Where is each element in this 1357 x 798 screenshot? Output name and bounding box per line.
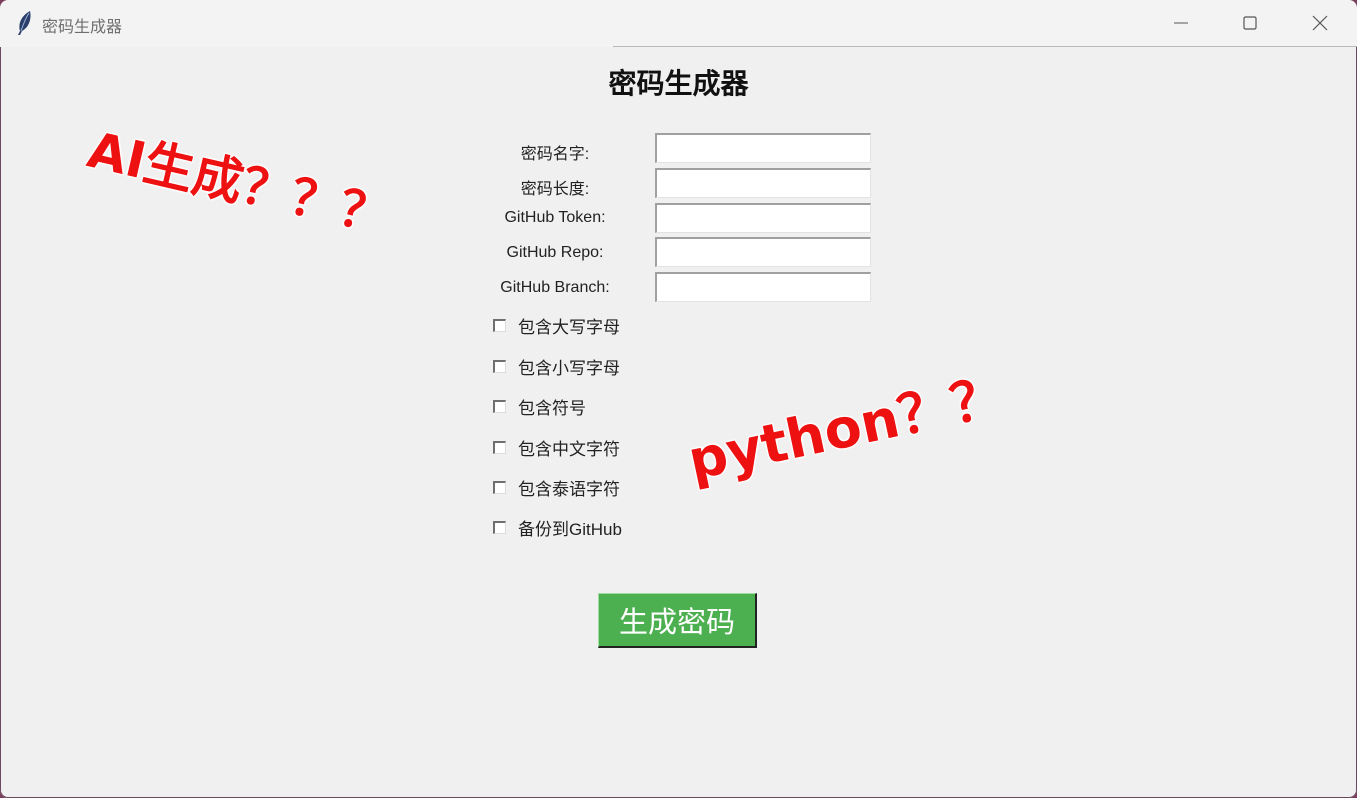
page-title: 密码生成器: [608, 67, 749, 100]
checkbox-label: 包含大写字母: [518, 317, 620, 337]
minimize-button[interactable]: [1146, 0, 1216, 47]
field-label-github-token: GitHub Token:: [504, 209, 606, 226]
checkbox-square[interactable]: [493, 318, 506, 332]
github-token-input[interactable]: [655, 203, 871, 233]
checkbox-square[interactable]: [493, 520, 506, 534]
checkbox-symbols[interactable]: 包含符号: [493, 394, 586, 418]
checkbox-label: 包含符号: [518, 398, 586, 418]
field-label-password-name: 密码名字:: [520, 146, 590, 163]
window-title: 密码生成器: [42, 17, 123, 36]
password-length-input[interactable]: [655, 168, 871, 198]
field-label-github-branch: GitHub Branch:: [500, 279, 610, 296]
checkbox-lowercase[interactable]: 包含小写字母: [493, 354, 620, 378]
annotation-python: python？？: [682, 363, 1011, 493]
checkbox-label: 包含小写字母: [518, 358, 620, 378]
github-branch-input[interactable]: [655, 272, 871, 302]
feather-icon: [18, 11, 31, 35]
checkbox-chinese[interactable]: 包含中文字符: [493, 435, 620, 459]
checkbox-label: 包含中文字符: [518, 439, 620, 459]
app-window: 密码生成器 密码生成器 密码名字: 密码长度: GitHub Token: Gi…: [0, 0, 1357, 798]
maximize-button[interactable]: [1215, 0, 1285, 47]
github-repo-input[interactable]: [655, 237, 871, 267]
annotation-ai-generated: AI生成？？？: [82, 120, 395, 247]
checkbox-square[interactable]: [493, 399, 506, 413]
checkbox-square[interactable]: [493, 359, 506, 373]
checkbox-label: 包含泰语字符: [518, 479, 620, 499]
field-label-github-repo: GitHub Repo:: [506, 244, 604, 261]
generate-password-button[interactable]: 生成密码: [598, 593, 757, 648]
checkbox-square[interactable]: [493, 440, 506, 454]
title-bar[interactable]: 密码生成器: [0, 0, 1357, 47]
checkbox-label: 备份到GitHub: [518, 519, 622, 539]
checkbox-square[interactable]: [493, 480, 506, 494]
title-separator: [613, 46, 1357, 47]
minimize-icon: [1174, 22, 1188, 24]
close-button[interactable]: [1285, 0, 1355, 47]
field-label-password-length: 密码长度:: [520, 181, 590, 198]
password-name-input[interactable]: [655, 133, 871, 163]
checkbox-thai[interactable]: 包含泰语字符: [493, 475, 620, 499]
close-icon: [1312, 15, 1328, 31]
checkbox-uppercase[interactable]: 包含大写字母: [493, 313, 620, 337]
maximize-icon: [1243, 16, 1257, 30]
checkbox-backup-github[interactable]: 备份到GitHub: [493, 515, 622, 539]
